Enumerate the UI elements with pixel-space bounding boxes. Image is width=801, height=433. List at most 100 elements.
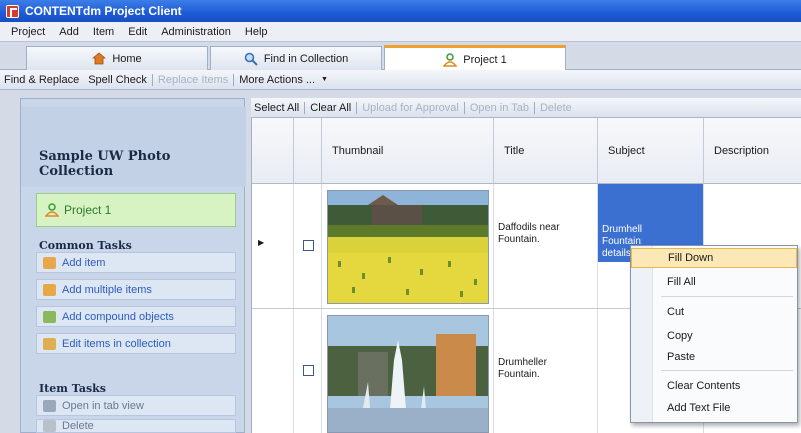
title-cell[interactable]: Daffodils near Fountain.: [494, 184, 598, 308]
spell-check-button[interactable]: Spell Check: [88, 74, 147, 86]
clear-all-button[interactable]: Clear All: [310, 102, 351, 114]
fountain-photo: [328, 316, 488, 432]
column-header-label: Title: [504, 144, 525, 157]
tab-home[interactable]: Home: [26, 46, 208, 70]
grid-toolbar: Select All Clear All Upload for Approval…: [251, 98, 801, 118]
column-header-title[interactable]: Title: [494, 118, 598, 184]
tab-project-label: Project 1: [463, 53, 507, 66]
context-menu: Fill Down Fill All Cut Copy Paste Clear …: [630, 245, 798, 423]
menu-edit[interactable]: Edit: [121, 26, 154, 38]
title-value: Daffodils near Fountain.: [498, 222, 560, 245]
column-header-description[interactable]: Description: [704, 118, 801, 184]
tab-strip: Home Find in Collection Project 1: [0, 42, 801, 71]
main-toolbar: Find & Replace Spell Check Replace Items…: [0, 70, 801, 90]
upload-for-approval-button[interactable]: Upload for Approval: [362, 102, 459, 114]
open-tab-icon: [43, 399, 56, 412]
checkbox-cell: [294, 309, 322, 433]
menu-item-fill-down[interactable]: Fill Down: [631, 248, 797, 268]
sidebar: Sample UW Photo Collection Project 1 Com…: [20, 98, 246, 433]
tab-find-in-collection[interactable]: Find in Collection: [210, 46, 382, 70]
menu-item-add-text-file[interactable]: Add Text File: [631, 398, 797, 418]
thumbnail-image[interactable]: [327, 315, 489, 433]
task-label: Open in tab view: [62, 399, 144, 412]
task-label: Edit items in collection: [62, 337, 171, 350]
title-cell[interactable]: Drumheller Fountain.: [494, 309, 598, 433]
task-label: Add multiple items: [62, 283, 152, 296]
toolbar-divider: [304, 101, 306, 114]
window-title: CONTENTdm Project Client: [25, 4, 182, 18]
collection-title-text: Sample UW Photo Collection: [39, 149, 171, 179]
column-header-label: Subject: [608, 144, 645, 157]
task-add-compound-objects[interactable]: Add compound objects: [36, 306, 236, 327]
column-header-subject[interactable]: Subject: [598, 118, 704, 184]
menu-item-clear-contents[interactable]: Clear Contents: [631, 376, 797, 396]
tab-project-1[interactable]: Project 1: [384, 45, 566, 71]
home-icon: [92, 52, 107, 65]
task-delete[interactable]: Delete: [36, 419, 236, 433]
row-header: [252, 309, 294, 433]
project-person-icon: [443, 52, 458, 67]
select-all-button[interactable]: Select All: [254, 102, 299, 114]
add-multiple-icon: [43, 283, 56, 296]
task-label: Add compound objects: [62, 310, 174, 323]
menu-item-cut[interactable]: Cut: [631, 302, 797, 322]
menu-add[interactable]: Add: [52, 26, 86, 38]
project-item-label: Project 1: [64, 203, 112, 217]
find-replace-button[interactable]: Find & Replace: [4, 74, 79, 86]
task-label: Add item: [62, 256, 106, 269]
toolbar-divider: [356, 101, 358, 114]
delete-icon: [43, 420, 56, 432]
task-open-in-tab-view[interactable]: Open in tab view: [36, 395, 236, 416]
add-item-icon: [43, 256, 56, 269]
row-header-column: [252, 118, 294, 184]
row-header: ▶: [252, 184, 294, 308]
thumbnail-image[interactable]: [327, 190, 489, 304]
checkbox-column-header[interactable]: [294, 118, 322, 184]
menu-item-copy[interactable]: Copy: [631, 326, 797, 346]
toolbar-divider: [233, 73, 235, 86]
more-actions-arrow-icon[interactable]: ▼: [321, 76, 328, 83]
column-header-label: Thumbnail: [332, 144, 384, 157]
tab-home-label: Home: [112, 52, 142, 65]
menu-item-fill-all[interactable]: Fill All: [631, 272, 797, 292]
menu-bar: Project Add Item Edit Administration Hel…: [0, 22, 801, 42]
task-label: Delete: [62, 420, 94, 432]
app-logo-icon: [6, 4, 19, 18]
menu-help[interactable]: Help: [238, 26, 275, 38]
menu-separator: [661, 370, 793, 371]
menu-separator: [661, 296, 793, 297]
row-checkbox[interactable]: [303, 240, 314, 251]
task-add-multiple-items[interactable]: Add multiple items: [36, 279, 236, 300]
task-add-item[interactable]: Add item: [36, 252, 236, 273]
add-compound-icon: [43, 310, 56, 323]
collection-title: Sample UW Photo Collection: [21, 107, 246, 187]
toolbar-divider: [463, 101, 465, 114]
tab-find-label: Find in Collection: [263, 52, 349, 65]
daffodils-photo: [328, 191, 488, 303]
title-value: Drumheller Fountain.: [498, 357, 547, 380]
column-header-thumbnail[interactable]: Thumbnail: [322, 118, 494, 184]
more-actions-button[interactable]: More Actions ...: [239, 74, 315, 86]
window-titlebar: CONTENTdm Project Client: [0, 0, 801, 22]
task-edit-items[interactable]: Edit items in collection: [36, 333, 236, 354]
toolbar-divider: [151, 73, 153, 86]
replace-items-button[interactable]: Replace Items: [158, 74, 228, 86]
menu-item-paste[interactable]: Paste: [631, 347, 797, 367]
column-header-label: Description: [714, 144, 770, 157]
edit-items-icon: [43, 337, 56, 350]
menu-project[interactable]: Project: [4, 26, 52, 38]
open-in-tab-button[interactable]: Open in Tab: [470, 102, 529, 114]
menu-item[interactable]: Item: [86, 26, 121, 38]
checkbox-cell: [294, 184, 322, 308]
item-tasks-heading: Item Tasks: [39, 382, 106, 395]
toolbar-divider: [533, 101, 535, 114]
project-item[interactable]: Project 1: [36, 193, 236, 227]
delete-button[interactable]: Delete: [540, 102, 572, 114]
toolbar-spacer: [83, 74, 84, 86]
magnifier-icon: [244, 52, 258, 66]
common-tasks-heading: Common Tasks: [39, 239, 132, 252]
menu-administration[interactable]: Administration: [154, 26, 238, 38]
row-checkbox[interactable]: [303, 365, 314, 376]
current-row-indicator-icon: ▶: [258, 238, 265, 247]
project-person-icon: [45, 203, 59, 217]
